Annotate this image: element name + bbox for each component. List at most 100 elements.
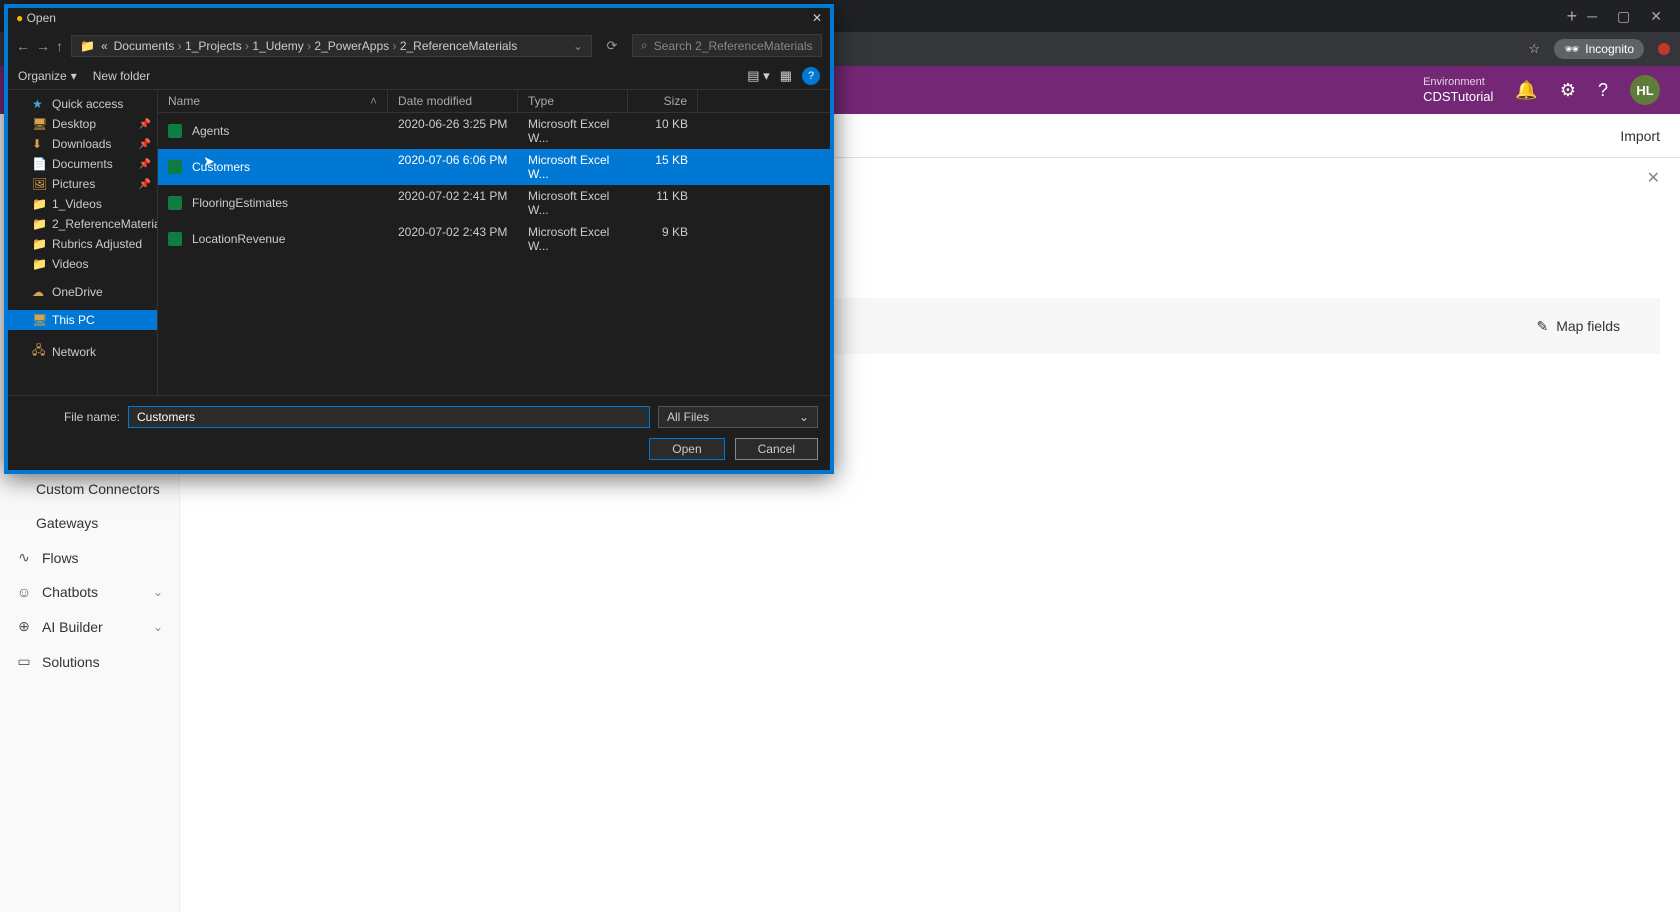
tree-item-icon: 🖼 (32, 177, 46, 191)
breadcrumb-segment[interactable]: Documents (114, 39, 175, 53)
notifications-icon[interactable]: 🔔 (1515, 80, 1537, 101)
dialog-help-icon[interactable]: ? (802, 67, 820, 85)
tree-item-icon: 📁 (32, 237, 46, 251)
tree-item-label: Network (52, 345, 96, 359)
refresh-icon[interactable]: ⟳ (600, 38, 624, 54)
tree-item[interactable]: 📄Documents📌 (8, 154, 157, 174)
up-icon[interactable]: ↑ (56, 38, 63, 54)
breadcrumb-segment[interactable]: 2_PowerApps (314, 39, 389, 53)
tree-item[interactable]: 🖼Pictures📌 (8, 174, 157, 194)
star-icon[interactable]: ☆ (1528, 41, 1540, 57)
tree-item[interactable]: 📁 Rubrics Adjusted (8, 234, 157, 254)
breadcrumb-separator-icon: › (174, 39, 185, 53)
tree-item-icon: 📁 (32, 217, 46, 231)
breadcrumb-segment[interactable]: 1_Projects (185, 39, 242, 53)
breadcrumb[interactable]: 📁 « Documents › 1_Projects › 1_Udemy › 2… (71, 35, 592, 57)
column-size[interactable]: Size (628, 90, 698, 112)
breadcrumb-segment[interactable]: 1_Udemy (252, 39, 303, 53)
maximize-icon[interactable]: ▢ (1617, 8, 1630, 25)
nav-chatbots[interactable]: ☺ Chatbots ⌄ (0, 575, 179, 609)
breadcrumb-separator-icon: › (242, 39, 253, 53)
open-button[interactable]: Open (649, 438, 724, 460)
tree-item[interactable]: 🖥Desktop📌 (8, 114, 157, 134)
file-row[interactable]: FlooringEstimates 2020-07-02 2:41 PM Mic… (158, 185, 830, 221)
view-menu-icon[interactable]: ▤ ▾ (747, 68, 769, 84)
tree-item-icon: 🖧 (32, 341, 46, 362)
tree-item[interactable]: 📁 Videos (8, 254, 157, 274)
search-input[interactable]: ⌕ Search 2_ReferenceMaterials (632, 34, 822, 57)
tree-item-label: Rubrics Adjusted (52, 237, 142, 251)
tree-item[interactable]: ☁ OneDrive (8, 282, 157, 302)
file-type: Microsoft Excel W... (518, 221, 628, 257)
import-command[interactable]: Import (1620, 128, 1660, 144)
forward-icon[interactable]: → (36, 38, 50, 54)
column-name[interactable]: Name ˄ (158, 90, 388, 112)
file-row[interactable]: Agents 2020-06-26 3:25 PM Microsoft Exce… (158, 113, 830, 149)
filetype-select[interactable]: All Files ⌄ (658, 406, 818, 428)
nav-chatbots-label: Chatbots (42, 584, 98, 600)
tree-item-icon: 📁 (32, 257, 46, 271)
breadcrumb-separator-icon: › (389, 39, 400, 53)
file-list-header: Name ˄ Date modified Type Size (158, 90, 830, 113)
nav-solutions[interactable]: ▭ Solutions (0, 644, 179, 679)
file-row[interactable]: Customers 2020-07-06 6:06 PM Microsoft E… (158, 149, 830, 185)
notification-dot-icon[interactable] (1658, 43, 1670, 55)
tree-item-label: 2_ReferenceMateria (52, 217, 158, 231)
sort-asc-icon: ˄ (370, 94, 377, 108)
file-date: 2020-07-02 2:43 PM (388, 221, 518, 257)
column-type[interactable]: Type (518, 90, 628, 112)
search-placeholder: Search 2_ReferenceMaterials (654, 39, 813, 53)
dialog-close-icon[interactable]: ✕ (812, 11, 822, 25)
dialog-nav: ← → ↑ 📁 « Documents › 1_Projects › 1_Ude… (8, 28, 830, 63)
file-size: 15 KB (628, 149, 698, 185)
file-type: Microsoft Excel W... (518, 113, 628, 149)
settings-icon[interactable]: ⚙ (1560, 80, 1576, 101)
solutions-icon: ▭ (16, 653, 32, 670)
filetype-label: All Files (667, 410, 709, 424)
map-fields-label: Map fields (1556, 318, 1620, 334)
chevron-down-icon: ⌄ (799, 410, 809, 424)
nav-gateways[interactable]: Gateways (0, 506, 179, 540)
file-name: FlooringEstimates (192, 196, 288, 210)
window-controls: ─ ▢ ✕ (1587, 8, 1672, 25)
tree-item-label: OneDrive (52, 285, 103, 299)
tree-item[interactable]: ⬇Downloads📌 (8, 134, 157, 154)
nav-solutions-label: Solutions (42, 654, 100, 670)
tree-item-icon: 🖥 (32, 313, 46, 327)
new-tab-button[interactable]: + (1557, 6, 1588, 27)
excel-file-icon (168, 232, 182, 246)
close-window-icon[interactable]: ✕ (1650, 8, 1662, 25)
map-fields-button[interactable]: ✎ Map fields (1536, 318, 1660, 335)
file-open-dialog: ● Open ✕ ← → ↑ 📁 « Documents › 1_Project… (4, 4, 834, 474)
column-name-label: Name (168, 94, 200, 108)
nav-ai-builder[interactable]: ⊕ AI Builder ⌄ (0, 609, 179, 644)
file-date: 2020-07-02 2:41 PM (388, 185, 518, 221)
tree-item[interactable]: 🖥This PC (8, 310, 157, 330)
incognito-label: Incognito (1585, 42, 1634, 56)
tree-item[interactable]: 📁1_Videos (8, 194, 157, 214)
preview-pane-icon[interactable]: ▦ (780, 68, 792, 84)
help-icon[interactable]: ? (1598, 80, 1608, 101)
column-date[interactable]: Date modified (388, 90, 518, 112)
file-name: Agents (192, 124, 229, 138)
chevron-down-icon: ⌄ (153, 585, 163, 599)
organize-button[interactable]: Organize ▾ (18, 69, 77, 83)
close-panel-icon[interactable]: ✕ (1647, 168, 1660, 188)
user-avatar[interactable]: HL (1630, 75, 1660, 105)
minimize-icon[interactable]: ─ (1587, 8, 1597, 25)
cancel-button[interactable]: Cancel (735, 438, 818, 460)
environment-selector[interactable]: Environment CDSTutorial (1423, 76, 1493, 105)
nav-custom-connectors[interactable]: Custom Connectors (0, 472, 179, 506)
tree-item-icon: ☁ (32, 285, 46, 299)
file-row[interactable]: LocationRevenue 2020-07-02 2:43 PM Micro… (158, 221, 830, 257)
tree-item[interactable]: 📁 2_ReferenceMateria (8, 214, 157, 234)
filename-input[interactable] (128, 406, 650, 428)
nav-flows[interactable]: ∿ Flows (0, 540, 179, 575)
file-size: 11 KB (628, 185, 698, 221)
breadcrumb-segment[interactable]: 2_ReferenceMaterials (400, 39, 517, 53)
new-folder-button[interactable]: New folder (93, 69, 150, 83)
tree-item-label: Videos (52, 257, 88, 271)
tree-item[interactable]: 🖧 Network (8, 338, 157, 365)
tree-item[interactable]: ★Quick access (8, 94, 157, 114)
back-icon[interactable]: ← (16, 38, 30, 54)
